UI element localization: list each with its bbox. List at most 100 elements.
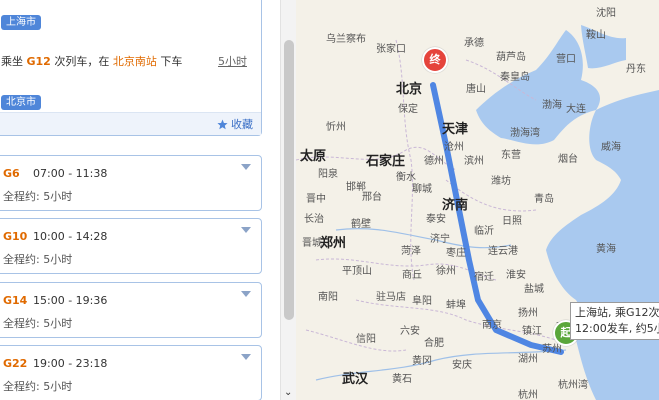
map-city-label: 黄海 (596, 244, 616, 255)
map-city-label: 大连 (566, 104, 586, 115)
map-city-label: 沧州 (444, 142, 464, 153)
map-city-label: 郑州 (320, 236, 347, 251)
expand-arrow-icon[interactable] (241, 354, 251, 360)
map-city-label: 菏泽 (401, 246, 421, 257)
map-city-label: 南阳 (318, 292, 338, 303)
map-city-label: 日照 (502, 216, 522, 227)
map-city-label: 蚌埠 (446, 300, 466, 311)
map-city-label: 湖州 (518, 354, 538, 365)
train-total-time: 全程约: 5小时 (3, 253, 73, 266)
map-city-label: 唐山 (466, 84, 486, 95)
map-city-label: 张家口 (376, 44, 406, 55)
map-city-label: 临沂 (474, 226, 494, 237)
map-city-label: 晋城 (302, 238, 322, 249)
map-city-label: 潍坊 (491, 176, 511, 187)
map-city-label: 镇江 (522, 326, 542, 337)
step-train-number[interactable]: G12 (27, 55, 51, 68)
map-city-label: 滨州 (464, 156, 484, 167)
map-city-label: 驻马店 (376, 292, 406, 303)
map-city-label: 南京 (482, 320, 502, 331)
map-city-label: 黄石 (392, 374, 412, 385)
train-code: G22 (3, 357, 28, 370)
train-time-row: G22 19:00 - 23:18 (3, 357, 107, 370)
map-city-label: 德州 (424, 156, 444, 167)
route-panel: 上海市 乘坐 G12 次列车，在 北京南站 下车 5小时 北京市 收藏 G6 07… (0, 0, 280, 400)
scroll-down-icon[interactable]: ⌄ (284, 387, 292, 398)
train-total-time: 全程约: 5小时 (3, 190, 73, 203)
map-city-label: 渤海 (542, 100, 562, 111)
map-city-label: 忻州 (326, 122, 346, 133)
tooltip-line-2: 12:00发车, 约5小 (575, 322, 659, 335)
train-total-time: 全程约: 5小时 (3, 380, 73, 393)
map-city-label: 鞍山 (586, 30, 606, 41)
map-city-label: 泰安 (426, 214, 446, 225)
expand-arrow-icon[interactable] (241, 164, 251, 170)
map-city-label: 营口 (556, 54, 576, 65)
map-city-label: 枣庄 (446, 248, 466, 259)
train-code: G14 (3, 294, 28, 307)
map-city-label: 丹东 (626, 64, 646, 75)
train-time: 15:00 - 19:36 (33, 294, 108, 307)
map-city-label: 武汉 (342, 372, 369, 387)
train-option-card[interactable]: G6 07:00 - 11:38 全程约: 5小时 (0, 155, 262, 211)
favorite-bar: 收藏 (0, 112, 261, 135)
train-option-card[interactable]: G14 15:00 - 19:36 全程约: 5小时 (0, 282, 262, 338)
train-time: 10:00 - 14:28 (33, 230, 108, 243)
favorite-button[interactable]: 收藏 (216, 116, 253, 132)
train-option-card[interactable]: G22 19:00 - 23:18 全程约: 5小时 (0, 345, 262, 400)
map-city-label: 平顶山 (342, 266, 372, 277)
step-suffix: 下车 (160, 55, 183, 68)
map-city-label: 北京 (396, 82, 423, 97)
map-city-label: 乌兰察布 (326, 34, 366, 45)
route-step: 乘坐 G12 次列车，在 北京南站 下车 5小时 (1, 53, 253, 69)
train-time: 19:00 - 23:18 (33, 357, 108, 370)
map-city-label: 葫芦岛 (496, 52, 526, 63)
map-city-label: 承德 (464, 38, 484, 49)
map-city-label: 淮安 (506, 270, 526, 281)
step-middle: 次列车，在 (54, 55, 110, 68)
map-city-label: 杭州 (518, 390, 538, 400)
map-city-label: 天津 (442, 122, 469, 137)
map-city-label: 青岛 (534, 194, 554, 205)
map-city-label: 邯郸 (346, 182, 366, 193)
train-time: 07:00 - 11:38 (33, 167, 108, 180)
map-city-label: 鹤壁 (351, 219, 371, 230)
map-city-label: 阜阳 (412, 296, 432, 307)
train-code: G6 (3, 167, 20, 180)
panel-scrollbar[interactable]: ⌄ (280, 0, 297, 400)
scrollbar-thumb[interactable] (284, 40, 294, 320)
route-tooltip: 上海站, 乘G12次 12:00发车, 约5小 (570, 302, 659, 340)
favorite-label: 收藏 (231, 118, 253, 131)
expand-arrow-icon[interactable] (241, 227, 251, 233)
map-city-label: 商丘 (402, 270, 422, 281)
map-city-label: 杭州湾 (558, 380, 588, 391)
train-option-card[interactable]: G10 10:00 - 14:28 全程约: 5小时 (0, 218, 262, 274)
map-city-label: 长治 (304, 214, 324, 225)
map-base (296, 25, 659, 400)
map-city-label: 安庆 (452, 360, 472, 371)
map-city-label: 黄冈 (412, 356, 432, 367)
step-duration-link[interactable]: 5小时 (218, 53, 247, 69)
map-city-label: 扬州 (518, 308, 538, 319)
end-city-tag: 北京市 (1, 95, 41, 110)
end-marker[interactable]: 终 (422, 47, 448, 73)
map-view[interactable]: 乌兰察布 张家口 承德 北京 唐山 葫芦岛 秦皇岛 沈阳 鞍山 营口 丹东 大连… (296, 0, 659, 400)
train-code: G10 (3, 230, 28, 243)
map-city-label: 保定 (398, 104, 418, 115)
map-city-label: 连云港 (488, 246, 518, 257)
train-time-row: G10 10:00 - 14:28 (3, 230, 107, 243)
train-time-row: G6 07:00 - 11:38 (3, 167, 107, 180)
map-city-label: 济宁 (430, 234, 450, 245)
map-city-label: 合肥 (424, 338, 444, 349)
expand-arrow-icon[interactable] (241, 291, 251, 297)
route-summary-card: 上海市 乘坐 G12 次列车，在 北京南站 下车 5小时 北京市 收藏 (0, 0, 262, 136)
map-city-label: 阳泉 (318, 169, 338, 180)
map-city-label: 沈阳 (596, 8, 616, 19)
map-city-label: 渤海湾 (510, 128, 540, 139)
step-station[interactable]: 北京南站 (113, 55, 157, 68)
map-city-label: 信阳 (356, 334, 376, 345)
start-city-tag: 上海市 (1, 15, 41, 30)
map-city-label: 秦皇岛 (500, 72, 530, 83)
map-city-label: 盐城 (524, 284, 544, 295)
train-total-time: 全程约: 5小时 (3, 317, 73, 330)
